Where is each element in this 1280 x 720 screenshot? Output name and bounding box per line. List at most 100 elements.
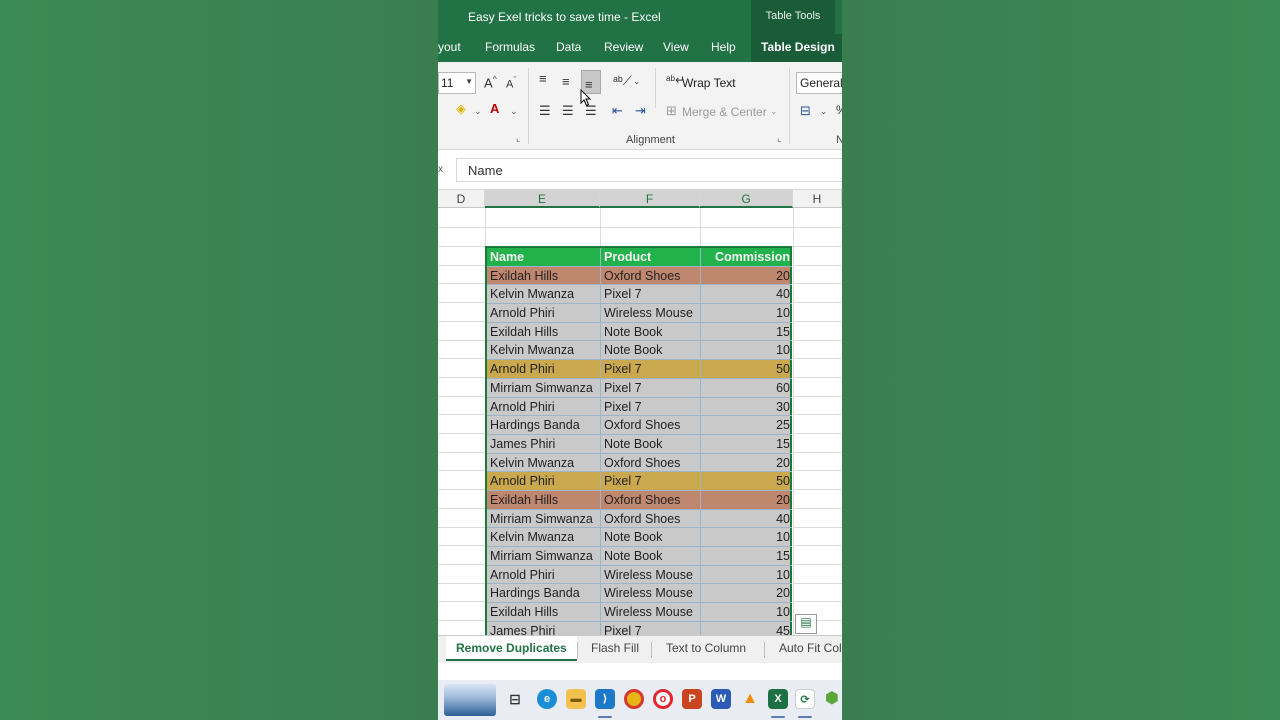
column-header-h[interactable]: H: [793, 190, 842, 208]
cell-product[interactable]: Note Book: [601, 547, 701, 566]
cell-product[interactable]: Wireless Mouse: [601, 304, 701, 323]
cell-product[interactable]: Pixel 7: [601, 285, 701, 305]
tab-data[interactable]: Data: [556, 40, 581, 54]
fill-color-chevron-icon[interactable]: ⌄: [474, 107, 482, 116]
cell-commission[interactable]: 20: [701, 491, 792, 510]
cell-commission[interactable]: 10: [701, 341, 792, 361]
cell-commission[interactable]: 20: [701, 454, 792, 473]
header-cell-name[interactable]: Name: [487, 248, 601, 267]
accounting-chevron-icon[interactable]: ⌄: [820, 107, 828, 116]
cell-name[interactable]: Exildah Hills: [487, 490, 601, 510]
cell-commission[interactable]: 20: [701, 267, 792, 286]
tab-view[interactable]: View: [663, 40, 689, 54]
sheet-tab-text-to-column[interactable]: Text to Column: [666, 641, 746, 655]
cell-product[interactable]: Wireless Mouse: [601, 565, 701, 585]
cell-product[interactable]: Note Book: [601, 434, 701, 454]
cell-commission[interactable]: 50: [701, 360, 792, 379]
cell-commission[interactable]: 10: [701, 603, 792, 622]
tab-review[interactable]: Review: [604, 40, 643, 54]
cell-commission[interactable]: 10: [701, 304, 792, 323]
cell-name[interactable]: Mirriam Simwanza: [487, 509, 601, 529]
cell-commission[interactable]: 20: [701, 584, 792, 604]
fill-color-icon[interactable]: ◈: [456, 102, 466, 115]
cell-name[interactable]: Mirriam Simwanza: [487, 378, 601, 398]
align-right-icon[interactable]: ☰: [585, 104, 597, 117]
orientation-icon[interactable]: ᵃᵇ⟋: [613, 74, 632, 87]
cell-product[interactable]: Note Book: [601, 341, 701, 361]
cell-name[interactable]: Kelvin Mwanza: [487, 341, 601, 361]
data-table[interactable]: Name Product Commission Exildah Hills Oxf…: [485, 246, 792, 641]
start-image-icon[interactable]: [444, 684, 496, 716]
cell-commission[interactable]: 15: [701, 323, 792, 342]
number-format-dropdown[interactable]: General: [796, 72, 842, 94]
cell-product[interactable]: Pixel 7: [601, 397, 701, 417]
cell-name[interactable]: Hardings Banda: [487, 584, 601, 604]
sheet-tab-flash-fill[interactable]: Flash Fill: [591, 641, 639, 655]
sheet-tab-remove-duplicates[interactable]: Remove Duplicates: [446, 636, 577, 661]
cell-name[interactable]: Kelvin Mwanza: [487, 453, 601, 473]
opera-icon[interactable]: o: [653, 689, 673, 709]
wrap-text-button[interactable]: Wrap Text: [682, 76, 736, 90]
header-cell-commission[interactable]: Commission: [701, 248, 792, 267]
cell-commission[interactable]: 10: [701, 566, 792, 585]
top-align-icon[interactable]: ≡: [539, 72, 547, 85]
quick-analysis-icon[interactable]: ▤: [795, 614, 817, 634]
tab-help[interactable]: Help: [711, 40, 736, 54]
middle-align-icon[interactable]: ≡: [562, 75, 570, 88]
decrease-font-size-icon[interactable]: Aˇ: [506, 76, 516, 91]
column-header-g[interactable]: G: [700, 190, 793, 208]
font-color-chevron-icon[interactable]: ⌄: [510, 107, 518, 116]
cell-product[interactable]: Pixel 7: [601, 378, 701, 398]
column-header-f[interactable]: F: [600, 190, 700, 208]
word-icon[interactable]: W: [711, 689, 731, 709]
cell-name[interactable]: Hardings Banda: [487, 416, 601, 435]
percent-format-icon[interactable]: %: [836, 104, 842, 116]
cell-product[interactable]: Note Book: [601, 528, 701, 547]
sheet-tab-auto-fit-col[interactable]: Auto Fit Col: [779, 641, 842, 655]
cell-commission[interactable]: 15: [701, 435, 792, 454]
cell-name[interactable]: Exildah Hills: [487, 266, 601, 286]
cell-product[interactable]: Oxford Shoes: [601, 509, 701, 529]
orientation-chevron-icon[interactable]: ⌄: [633, 77, 641, 86]
cell-commission[interactable]: 30: [701, 398, 792, 417]
excel-icon[interactable]: X: [768, 689, 788, 709]
cell-commission[interactable]: 40: [701, 285, 792, 305]
node-icon[interactable]: ⬢: [822, 689, 842, 709]
font-size-dropdown[interactable]: 11 ▼: [438, 72, 476, 94]
tab-page-layout[interactable]: yout: [438, 40, 461, 54]
cell-product[interactable]: Oxford Shoes: [601, 416, 701, 435]
cell-commission[interactable]: 25: [701, 416, 792, 435]
cell-name[interactable]: Kelvin Mwanza: [487, 528, 601, 547]
cell-name[interactable]: Arnold Phiri: [487, 360, 601, 379]
cell-product[interactable]: Wireless Mouse: [601, 584, 701, 604]
chrome-icon[interactable]: [624, 689, 644, 709]
column-header-e[interactable]: E: [485, 190, 600, 208]
cell-commission[interactable]: 40: [701, 510, 792, 529]
font-color-icon[interactable]: A: [490, 102, 499, 115]
formula-input[interactable]: Name: [456, 158, 842, 182]
cell-name[interactable]: James Phiri: [487, 434, 601, 454]
font-dialog-launcher-icon[interactable]: ⌞: [516, 134, 520, 143]
cell-name[interactable]: Arnold Phiri: [487, 565, 601, 585]
cell-product[interactable]: Oxford Shoes: [601, 453, 701, 473]
app-icon[interactable]: ⟳: [795, 689, 815, 709]
tab-formulas[interactable]: Formulas: [485, 40, 535, 54]
increase-indent-icon[interactable]: ⇥: [635, 104, 646, 117]
accounting-format-icon[interactable]: ⊟: [800, 104, 811, 117]
cell-product[interactable]: Pixel 7: [601, 360, 701, 379]
increase-font-size-icon[interactable]: A^: [484, 75, 497, 90]
cell-product[interactable]: Note Book: [601, 322, 701, 342]
cell-name[interactable]: Exildah Hills: [487, 603, 601, 622]
align-left-icon[interactable]: ☰: [539, 104, 551, 117]
file-explorer-icon[interactable]: ▬: [566, 689, 586, 709]
cell-name[interactable]: Arnold Phiri: [487, 472, 601, 491]
decrease-indent-icon[interactable]: ⇤: [612, 104, 623, 117]
vscode-icon[interactable]: ⟩: [595, 689, 615, 709]
cell-product[interactable]: Oxford Shoes: [601, 490, 701, 510]
cell-commission[interactable]: 10: [701, 528, 792, 547]
vlc-icon[interactable]: ▲: [740, 689, 760, 709]
cell-name[interactable]: Arnold Phiri: [487, 397, 601, 417]
cell-product[interactable]: Oxford Shoes: [601, 266, 701, 286]
cell-commission[interactable]: 15: [701, 547, 792, 566]
cell-name[interactable]: Exildah Hills: [487, 322, 601, 342]
